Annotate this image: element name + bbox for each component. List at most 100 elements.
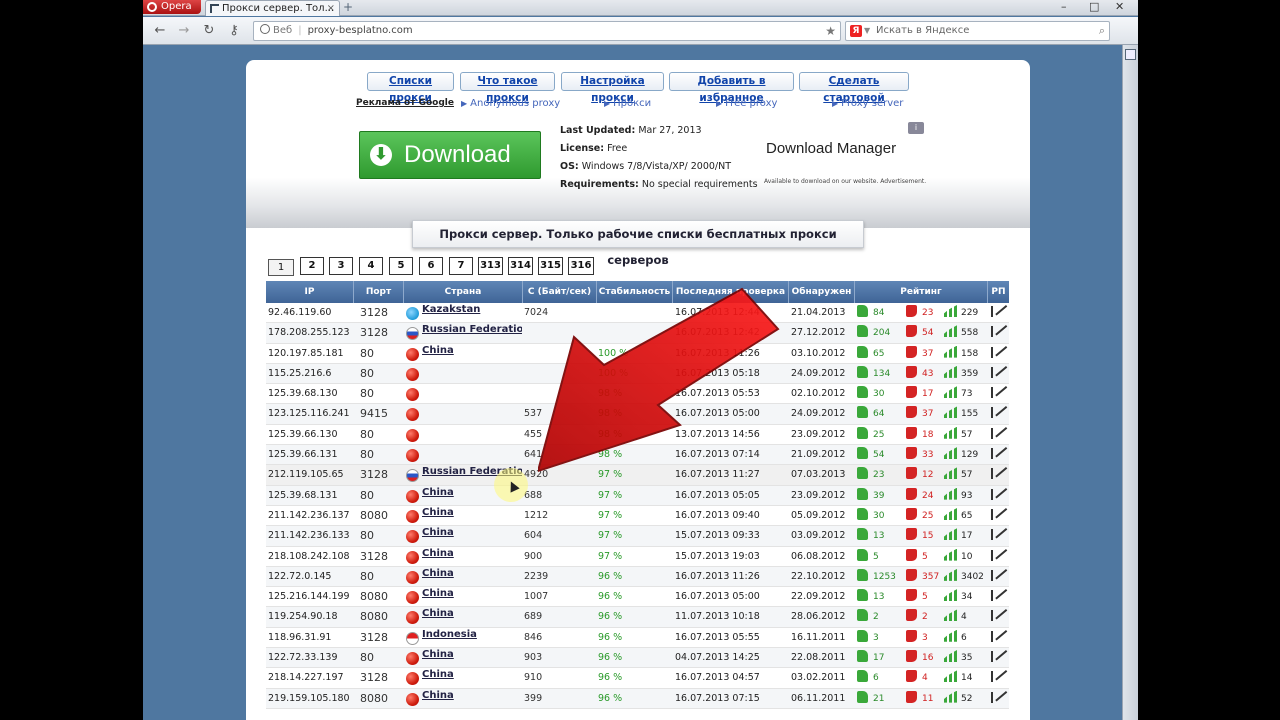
thumb-up-icon[interactable] [857,589,868,602]
report-pen-icon[interactable] [990,303,1008,323]
table-row[interactable]: 120.197.85.181 80 China 100 % 16.07.2013 11:… [266,344,1009,364]
thumb-down-icon[interactable] [906,548,917,561]
report-pen-icon[interactable] [990,344,1008,364]
vote-down[interactable]: 25 [906,506,944,526]
table-row[interactable]: 118.96.31.91 3128 Indonesia 846 96 % 16.07.20… [266,628,1009,649]
thumb-down-icon[interactable] [906,528,917,541]
vote-down[interactable]: 357 [906,567,944,587]
download-button[interactable]: ⬇ Download [359,131,541,179]
nav-proxy-setup[interactable]: Настройка прокси [561,72,664,104]
country-link[interactable] [422,445,522,465]
table-row[interactable]: 212.119.105.65 3128 Russian Federation 4920… [266,465,1009,486]
vote-down[interactable]: 23 [906,303,944,323]
column-header[interactable]: IP [266,281,354,303]
vote-down[interactable]: 5 [906,587,944,607]
ip-cell[interactable]: 118.96.31.91 [268,628,354,648]
vote-down[interactable]: 33 [906,445,944,465]
opera-menu-button[interactable]: Opera [143,0,201,14]
country-link[interactable]: China [422,689,522,709]
vote-up[interactable]: 1253 [857,567,901,587]
ip-cell[interactable]: 125.216.144.199 [268,587,354,607]
report-pen-icon[interactable] [990,668,1008,688]
thumb-up-icon[interactable] [857,467,868,480]
vote-up[interactable]: 204 [857,323,901,343]
page-button[interactable]: 316 [568,257,594,275]
panel-icon[interactable] [1125,49,1136,60]
thumb-up-icon[interactable] [857,386,868,399]
address-field[interactable]: Веб | proxy-besplatno.com ★ [253,21,841,41]
page-button[interactable]: 6 [419,257,443,275]
back-icon[interactable]: ← [151,22,169,40]
column-header[interactable]: Последняя проверка [673,281,789,303]
report-pen-icon[interactable] [990,486,1008,506]
thumb-up-icon[interactable] [857,365,868,378]
thumb-up-icon[interactable] [857,629,868,642]
page-button[interactable]: 4 [359,257,383,275]
vote-up[interactable]: 54 [857,445,901,465]
table-row[interactable]: 122.72.33.139 80 China 903 96 % 04.07.2013 14… [266,648,1009,669]
country-link[interactable]: China [422,547,522,567]
country-link[interactable] [422,384,522,404]
ad-choices-icon[interactable]: i [908,122,924,134]
report-pen-icon[interactable] [990,526,1008,546]
table-row[interactable]: 119.254.90.18 8080 China 689 96 % 11.07.2013 … [266,607,1009,628]
vote-up[interactable]: 39 [857,486,901,506]
thumb-up-icon[interactable] [857,487,868,500]
country-link[interactable]: Russian Federation [422,323,522,343]
vote-up[interactable]: 3 [857,628,901,648]
thumb-down-icon[interactable] [906,447,917,460]
vote-down[interactable]: 54 [906,323,944,343]
ad-link[interactable]: ▶ Anonymous proxy [461,98,560,109]
thumb-up-icon[interactable] [857,507,868,520]
thumb-down-icon[interactable] [906,467,917,480]
column-header[interactable]: РП [988,281,1009,303]
ip-cell[interactable]: 218.14.227.197 [268,668,354,688]
table-row[interactable]: 92.46.119.60 3128 Kazakstan 7024 16.07.2013 … [266,303,1009,324]
thumb-up-icon[interactable] [857,609,868,622]
vote-down[interactable]: 3 [906,628,944,648]
vote-down[interactable]: 24 [906,486,944,506]
ad-product-name[interactable]: Download Manager [766,140,896,157]
page-button[interactable]: 313 [478,257,503,275]
google-ads-label[interactable]: Реклама от Google [356,98,454,108]
report-pen-icon[interactable] [990,404,1008,424]
thumb-down-icon[interactable] [906,670,917,683]
table-row[interactable]: 115.25.216.6 80 100 % 16.07.2013 05:18 24.09… [266,363,1009,385]
bookmark-star-icon[interactable]: ★ [825,22,836,40]
thumb-up-icon[interactable] [857,426,868,439]
thumb-down-icon[interactable] [906,487,917,500]
vote-down[interactable]: 18 [906,425,944,445]
thumb-up-icon[interactable] [857,305,868,317]
vote-down[interactable]: 37 [906,404,944,424]
nav-what-is-proxy[interactable]: Что такое прокси [460,72,555,104]
vote-up[interactable]: 21 [857,689,901,709]
thumb-down-icon[interactable] [906,345,917,358]
table-row[interactable]: 122.72.0.145 80 China 2239 96 % 16.07.2013 11… [266,566,1009,588]
column-header[interactable]: Обнаружен [789,281,855,303]
table-row[interactable]: 211.142.236.133 80 China 604 97 % 15.07.2013 … [266,526,1009,547]
ip-cell[interactable]: 219.159.105.180 [268,689,354,709]
country-link[interactable]: China [422,668,522,688]
column-header[interactable]: Рейтинг [855,281,988,303]
thumb-down-icon[interactable] [906,589,917,602]
thumb-down-icon[interactable] [906,507,917,520]
vote-up[interactable]: 30 [857,506,901,526]
key-icon[interactable]: ⚷ [225,22,243,40]
ip-cell[interactable]: 212.119.105.65 [268,465,354,485]
nav-add-favorites[interactable]: Добавить в избранное [669,72,794,104]
thumb-up-icon[interactable] [857,528,868,541]
column-header[interactable]: Стабильность [597,281,673,303]
table-row[interactable]: 178.208.255.123 3128 Russian Federation 16.… [266,323,1009,344]
thumb-down-icon[interactable] [906,305,917,317]
table-row[interactable]: 125.39.66.130 80 455 98 % 13.07.2013 14:56 23… [266,425,1009,446]
vote-down[interactable]: 37 [906,344,944,364]
ip-cell[interactable]: 120.197.85.181 [268,344,354,364]
thumb-up-icon[interactable] [857,447,868,460]
vote-down[interactable]: 17 [906,384,944,404]
column-header[interactable]: С (Байт/сек) [523,281,597,303]
ip-cell[interactable]: 122.72.33.139 [268,648,354,668]
vote-up[interactable]: 17 [857,648,901,668]
table-row[interactable]: 218.14.227.197 3128 China 910 96 % 16.07.2013… [266,668,1009,689]
thumb-down-icon[interactable] [906,568,917,581]
forward-icon[interactable]: → [175,22,193,40]
